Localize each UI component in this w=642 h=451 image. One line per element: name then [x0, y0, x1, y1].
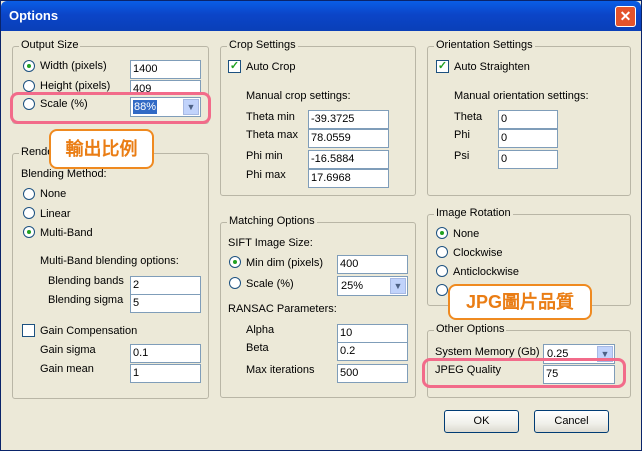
alpha-input[interactable]: 10: [337, 324, 408, 343]
blend-multiband-radio[interactable]: [23, 226, 35, 238]
output-scale-callout: 輸出比例: [49, 129, 154, 169]
rotation-none-radio[interactable]: [436, 227, 448, 239]
auto-crop-label: Auto Crop: [246, 61, 296, 73]
rotation-clockwise-label: Clockwise: [453, 247, 503, 259]
sift-scale-select[interactable]: 25% ▼: [337, 276, 408, 296]
cancel-button[interactable]: Cancel: [534, 410, 609, 433]
rotation-clockwise-radio[interactable]: [436, 246, 448, 258]
window-title: Options: [9, 8, 59, 23]
system-memory-label: System Memory (Gb): [435, 346, 540, 358]
gain-compensation-label: Gain Compensation: [40, 325, 138, 337]
blending-sigma-label: Blending sigma: [48, 294, 124, 306]
max-iterations-label: Max iterations: [246, 364, 315, 376]
beta-label: Beta: [246, 342, 269, 354]
gain-compensation-checkbox[interactable]: [22, 324, 35, 337]
theta-min-input[interactable]: -39.3725: [308, 110, 389, 129]
rotation-none-label: None: [453, 228, 480, 240]
psi-input[interactable]: 0: [498, 150, 558, 169]
manual-orientation-label: Manual orientation settings:: [454, 90, 589, 102]
blending-sigma-input[interactable]: 5: [130, 294, 201, 313]
rotation-anticlockwise-radio[interactable]: [436, 265, 448, 277]
blend-none-radio[interactable]: [23, 188, 35, 200]
orientation-settings-title: Orientation Settings: [434, 39, 535, 51]
gain-mean-input[interactable]: 1: [130, 364, 201, 383]
theta-label: Theta: [454, 111, 483, 123]
blending-bands-input[interactable]: 2: [130, 276, 201, 295]
manual-crop-label: Manual crop settings:: [246, 90, 351, 102]
auto-straighten-label: Auto Straighten: [454, 61, 530, 73]
blend-none-label: None: [40, 188, 67, 200]
other-options-title: Other Options: [434, 323, 507, 335]
jpeg-quality-highlight: [422, 358, 626, 388]
sift-scale-label: Scale (%): [246, 278, 294, 290]
phi-min-input[interactable]: -16.5884: [308, 150, 389, 169]
gain-mean-label: Gain mean: [40, 363, 94, 375]
phi-max-label: Phi max: [246, 169, 286, 181]
rotation-anticlockwise-label: Anticlockwise: [453, 266, 520, 278]
min-dim-input[interactable]: 400: [337, 255, 408, 274]
height-label: Height (pixels): [40, 80, 111, 92]
gain-sigma-label: Gain sigma: [40, 344, 96, 356]
phi-label: Phi: [454, 129, 470, 141]
min-dim-radio[interactable]: [229, 256, 241, 268]
ransac-label: RANSAC Parameters:: [228, 303, 337, 315]
height-radio[interactable]: [23, 80, 35, 92]
blending-bands-label: Blending bands: [48, 275, 124, 287]
phi-input[interactable]: 0: [498, 129, 558, 148]
blending-method-label: Blending Method:: [21, 168, 107, 180]
matching-options-title: Matching Options: [227, 215, 317, 227]
max-iterations-input[interactable]: 500: [337, 364, 408, 383]
chevron-down-icon[interactable]: ▼: [390, 278, 406, 294]
width-label: Width (pixels): [40, 60, 107, 72]
crop-settings-title: Crop Settings: [227, 39, 298, 51]
image-rotation-title: Image Rotation: [434, 207, 513, 219]
theta-input[interactable]: 0: [498, 110, 558, 129]
psi-label: Psi: [454, 150, 470, 162]
output-size-title: Output Size: [19, 39, 81, 51]
jpg-quality-callout: JPG圖片品質: [448, 284, 592, 320]
theta-min-label: Theta min: [246, 111, 295, 123]
sift-size-label: SIFT Image Size:: [228, 237, 313, 249]
blend-linear-label: Linear: [40, 208, 71, 220]
title-bar[interactable]: Options ✕: [1, 1, 641, 31]
sift-scale-radio[interactable]: [229, 277, 241, 289]
phi-min-label: Phi min: [246, 150, 283, 162]
gain-sigma-input[interactable]: 0.1: [130, 344, 201, 363]
scale-highlight: [10, 92, 211, 124]
multiband-options-label: Multi-Band blending options:: [40, 255, 179, 267]
ok-button[interactable]: OK: [444, 410, 519, 433]
auto-crop-checkbox[interactable]: ✓: [228, 60, 241, 73]
options-dialog: Options ✕ Output Size Width (pixels) 140…: [0, 0, 642, 451]
theta-max-label: Theta max: [246, 129, 298, 141]
close-icon[interactable]: ✕: [615, 6, 636, 27]
alpha-label: Alpha: [246, 324, 275, 336]
beta-input[interactable]: 0.2: [337, 342, 408, 361]
phi-max-input[interactable]: 17.6968: [308, 169, 389, 188]
auto-straighten-checkbox[interactable]: ✓: [436, 60, 449, 73]
blend-multiband-label: Multi-Band: [40, 227, 93, 239]
sift-scale-value: 25%: [341, 280, 364, 292]
width-input[interactable]: 1400: [130, 60, 201, 79]
min-dim-label: Min dim (pixels): [246, 257, 324, 269]
theta-max-input[interactable]: 78.0559: [308, 129, 389, 148]
rotation-hidden-radio[interactable]: [436, 284, 448, 296]
width-radio[interactable]: [23, 60, 35, 72]
blend-linear-radio[interactable]: [23, 207, 35, 219]
